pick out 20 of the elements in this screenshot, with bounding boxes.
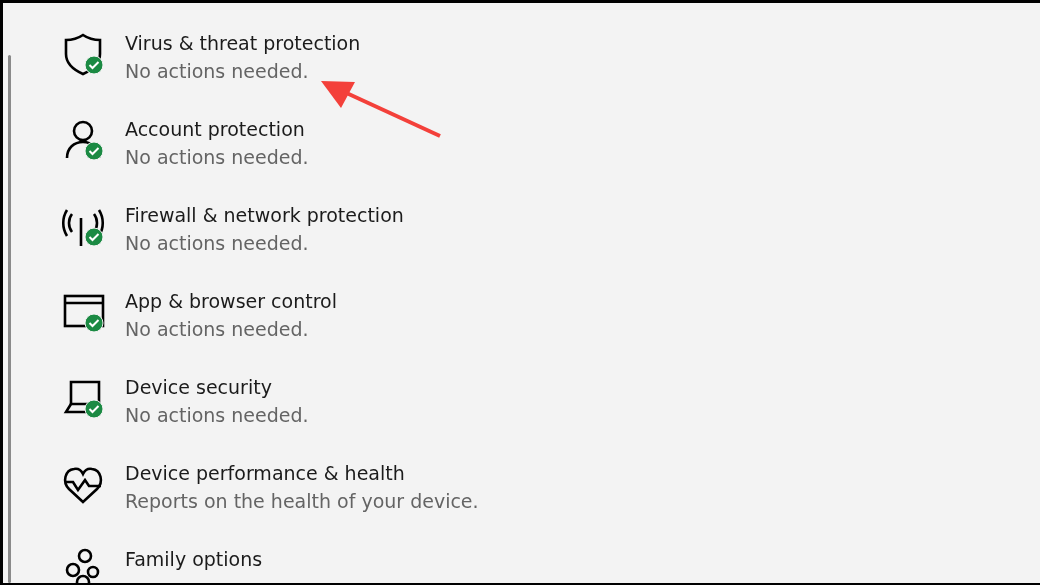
- security-item[interactable]: App & browser control No actions needed.: [51, 272, 546, 358]
- item-title: App & browser control: [125, 290, 337, 313]
- security-item[interactable]: Account protection No actions needed.: [51, 100, 546, 186]
- item-status: No actions needed.: [125, 60, 310, 83]
- item-title: Device performance & health: [125, 462, 406, 485]
- item-title: Virus & threat protection: [125, 32, 361, 55]
- security-item[interactable]: Virus & threat protection No actions needed.: [51, 14, 546, 100]
- security-item[interactable]: Family options: [51, 530, 546, 583]
- item-status: No actions needed.: [125, 404, 309, 427]
- item-title: Account protection: [125, 118, 306, 141]
- item-title: Family options: [125, 548, 263, 571]
- item-status: No actions needed.: [125, 146, 309, 169]
- security-item[interactable]: Device security No actions needed.: [51, 358, 546, 444]
- item-status: No actions needed.: [125, 232, 310, 255]
- security-item[interactable]: Firewall & network protection No actions needed.: [51, 186, 546, 272]
- item-status: No actions needed.: [125, 318, 310, 341]
- item-status: Reports on the health of your device.: [125, 490, 479, 513]
- security-item[interactable]: Device performance & health Reports on the health of your device.: [51, 444, 546, 530]
- item-title: Device security: [125, 376, 273, 399]
- item-title: Firewall & network protection: [125, 204, 404, 227]
